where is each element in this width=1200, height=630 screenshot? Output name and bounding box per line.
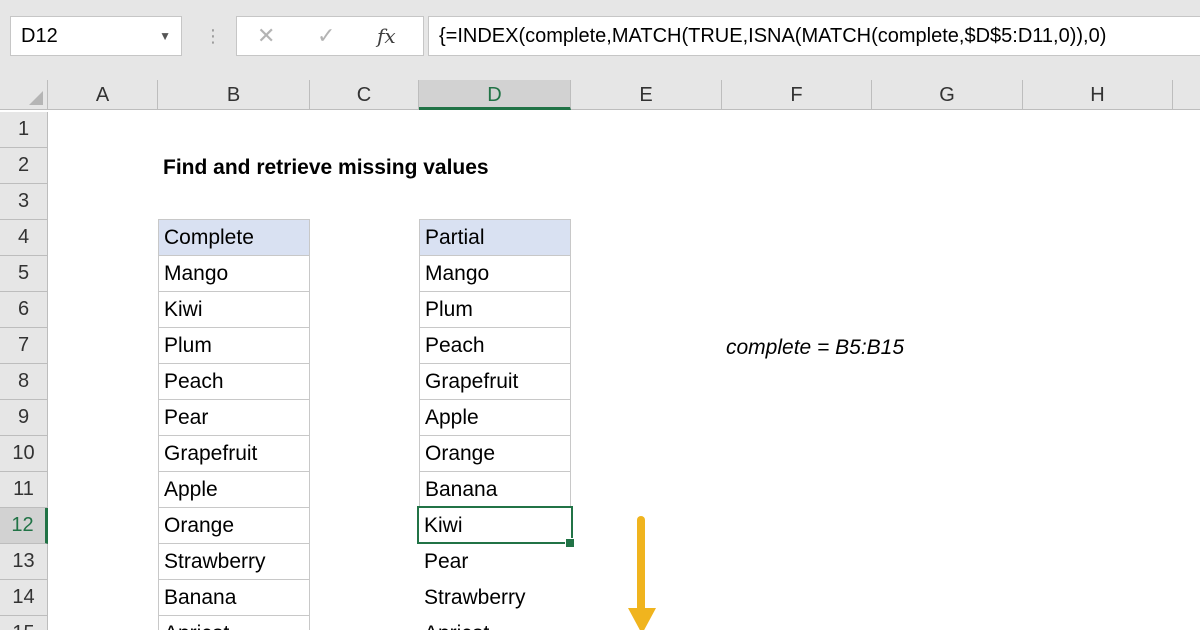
name-box[interactable]: D12 ▼ (10, 16, 182, 56)
row-header-11[interactable]: 11 (0, 472, 48, 508)
enter-icon[interactable]: ✓ (317, 17, 335, 55)
result-cell[interactable]: Pear (418, 544, 576, 580)
column-header-i[interactable] (1173, 80, 1200, 110)
complete-cell[interactable]: Grapefruit (158, 435, 310, 472)
complete-cell[interactable]: Apricot (158, 615, 310, 630)
column-header-c[interactable]: C (310, 80, 419, 110)
complete-cell[interactable]: Mango (158, 255, 310, 292)
row-header-2[interactable]: 2 (0, 148, 48, 184)
row-header-15[interactable]: 15 (0, 616, 48, 630)
row-header-3[interactable]: 3 (0, 184, 48, 220)
row-header-4[interactable]: 4 (0, 220, 48, 256)
partial-cell[interactable]: Banana (419, 471, 571, 508)
row-header-7[interactable]: 7 (0, 328, 48, 364)
formula-bar: D12 ▼ ⋮ ✕ ✓ fx {=INDEX(complete,MATCH(TR… (0, 0, 1200, 80)
result-cell[interactable]: Kiwi (418, 508, 576, 544)
name-box-value: D12 (21, 25, 58, 47)
column-header-f[interactable]: F (722, 80, 872, 110)
column-header-a[interactable]: A (48, 80, 158, 110)
row-header-12[interactable]: 12 (0, 508, 48, 544)
row-header-14[interactable]: 14 (0, 580, 48, 616)
row-header-10[interactable]: 10 (0, 436, 48, 472)
result-cell[interactable]: Apricot (418, 616, 576, 630)
row-header-13[interactable]: 13 (0, 544, 48, 580)
partial-cell[interactable]: Peach (419, 327, 571, 364)
complete-cell[interactable]: Kiwi (158, 291, 310, 328)
partial-cell[interactable]: Orange (419, 435, 571, 472)
select-all-icon[interactable] (0, 80, 48, 110)
partial-cell[interactable]: Plum (419, 291, 571, 328)
column-header-e[interactable]: E (571, 80, 722, 110)
row-header-6[interactable]: 6 (0, 292, 48, 328)
row-header-5[interactable]: 5 (0, 256, 48, 292)
complete-cell[interactable]: Banana (158, 579, 310, 616)
partial-header-cell[interactable]: Partial (419, 219, 571, 256)
complete-cell[interactable]: Pear (158, 399, 310, 436)
result-cell[interactable]: Strawberry (418, 580, 576, 616)
sheet-title: Find and retrieve missing values (163, 150, 489, 186)
fill-handle[interactable] (565, 538, 575, 548)
complete-cell[interactable]: Apple (158, 471, 310, 508)
partial-cell[interactable]: Mango (419, 255, 571, 292)
formula-bar-grip: ⋮ (204, 26, 222, 47)
column-header-d[interactable]: D (419, 80, 571, 110)
named-range-note: complete = B5:B15 (726, 330, 904, 366)
row-header-1[interactable]: 1 (0, 112, 48, 148)
formula-buttons: ✕ ✓ fx (236, 16, 424, 56)
partial-cell[interactable]: Grapefruit (419, 363, 571, 400)
cancel-icon[interactable]: ✕ (257, 17, 275, 55)
complete-cell[interactable]: Plum (158, 327, 310, 364)
complete-cell[interactable]: Peach (158, 363, 310, 400)
column-header-g[interactable]: G (872, 80, 1023, 110)
complete-header-cell[interactable]: Complete (158, 219, 310, 256)
dropdown-caret-icon[interactable]: ▼ (159, 17, 171, 55)
row-header-9[interactable]: 9 (0, 400, 48, 436)
complete-cell[interactable]: Orange (158, 507, 310, 544)
row-header-8[interactable]: 8 (0, 364, 48, 400)
column-header-h[interactable]: H (1023, 80, 1173, 110)
down-arrow-icon (620, 516, 664, 630)
worksheet-grid[interactable]: A B C D E F G H 1 2 3 4 5 6 7 8 9 10 11 … (0, 80, 1200, 630)
formula-input[interactable]: {=INDEX(complete,MATCH(TRUE,ISNA(MATCH(c… (428, 16, 1200, 56)
partial-cell[interactable]: Apple (419, 399, 571, 436)
complete-cell[interactable]: Strawberry (158, 543, 310, 580)
column-header-b[interactable]: B (158, 80, 310, 110)
insert-function-icon[interactable]: fx (377, 17, 396, 55)
